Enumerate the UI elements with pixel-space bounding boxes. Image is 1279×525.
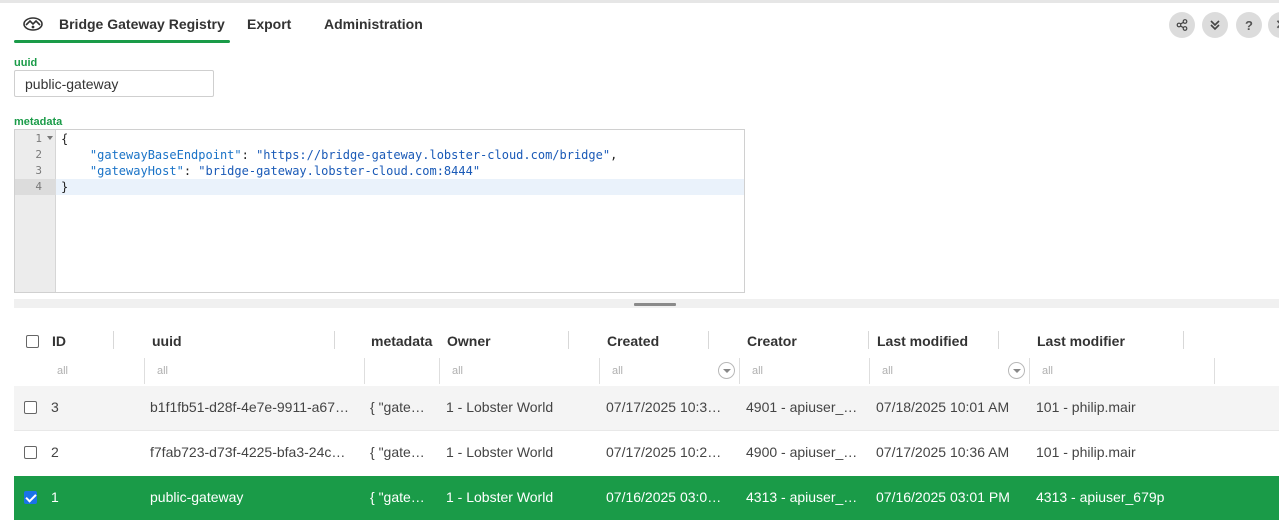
select-all-checkbox[interactable] <box>26 335 39 348</box>
filter-last-modifier[interactable]: all <box>1042 365 1053 377</box>
column-header-created[interactable]: Created <box>607 333 659 349</box>
chevrons-down-icon <box>1210 20 1220 31</box>
line-number: 4 <box>15 179 56 195</box>
filter-owner[interactable]: all <box>452 365 463 377</box>
cell-metadata: { "gate… <box>370 489 425 505</box>
row-checkbox-checked[interactable] <box>24 491 37 504</box>
top-border <box>0 0 1279 3</box>
filter-created[interactable]: all <box>612 365 623 377</box>
table-row[interactable]: 3 b1f1fb51-d28f-4e7e-9911-a67… { "gate… … <box>14 386 1279 430</box>
cell-uuid: b1f1fb51-d28f-4e7e-9911-a67… <box>150 399 350 415</box>
column-header-metadata[interactable]: metadata <box>371 333 432 349</box>
filter-divider <box>144 358 145 384</box>
tab-bridge-gateway-registry[interactable]: Bridge Gateway Registry <box>59 16 225 36</box>
line-number: 2 <box>35 148 42 161</box>
created-filter-dropdown-icon[interactable] <box>718 362 735 379</box>
cell-last-modifier: 101 - philip.mair <box>1036 399 1136 415</box>
editor-gutter: 1 2 3 4 <box>15 130 56 292</box>
code-line: "gatewayHost": "bridge-gateway.lobster-c… <box>89 164 481 178</box>
filter-uuid[interactable]: all <box>157 365 168 377</box>
code-line: { <box>61 132 69 146</box>
cell-owner: 1 - Lobster World <box>446 489 554 505</box>
metadata-label: metadata <box>14 116 63 128</box>
help-button[interactable]: ? <box>1236 12 1262 38</box>
cell-creator: 4901 - apiuser_… <box>746 399 858 415</box>
cell-id: 2 <box>51 444 59 460</box>
filter-last-modified[interactable]: all <box>882 365 893 377</box>
share-icon <box>1176 19 1188 31</box>
close-button[interactable]: ✕ <box>1268 12 1279 38</box>
filter-divider <box>439 358 440 384</box>
column-header-uuid[interactable]: uuid <box>152 333 182 349</box>
cell-last-modified: 07/18/2025 10:01 AM <box>876 399 1010 415</box>
cell-id: 1 <box>51 489 59 505</box>
share-button[interactable] <box>1169 12 1195 38</box>
cell-uuid: public-gateway <box>150 489 244 505</box>
cell-uuid: f7fab723-d73f-4225-bfa3-24c… <box>150 444 346 460</box>
cell-created: 07/17/2025 10:2… <box>606 444 722 460</box>
column-header-last-modifier[interactable]: Last modifier <box>1037 333 1125 349</box>
fold-arrow-icon[interactable] <box>47 136 53 140</box>
cell-last-modified: 07/17/2025 10:36 AM <box>876 444 1010 460</box>
bridge-gateway-logo-icon <box>23 17 43 31</box>
cell-last-modifier: 4313 - apiuser_679p <box>1036 489 1165 505</box>
column-resize-handle[interactable] <box>998 331 999 349</box>
cell-owner: 1 - Lobster World <box>446 399 554 415</box>
table-row[interactable]: 2 f7fab723-d73f-4225-bfa3-24c… { "gate… … <box>14 431 1279 475</box>
table-header: ID uuid metadata Owner Created Creator L… <box>14 323 1279 386</box>
cell-metadata: { "gate… <box>370 399 425 415</box>
line-number: 3 <box>35 164 42 177</box>
column-resize-handle[interactable] <box>334 331 335 349</box>
column-header-owner[interactable]: Owner <box>447 333 491 349</box>
code-line: } <box>61 180 69 194</box>
app-window: Bridge Gateway Registry Export Administr… <box>0 0 1279 525</box>
cell-last-modified: 07/16/2025 03:01 PM <box>876 489 1010 505</box>
active-tab-indicator <box>14 40 230 43</box>
code-line: "gatewayBaseEndpoint": "https://bridge-g… <box>89 148 618 162</box>
column-resize-handle[interactable] <box>113 331 114 349</box>
line-number: 1 <box>15 131 56 147</box>
table-row-selected[interactable]: 1 public-gateway { "gate… 1 - Lobster Wo… <box>14 476 1279 520</box>
column-resize-handle[interactable] <box>1183 331 1184 349</box>
filter-divider <box>1029 358 1030 384</box>
filter-divider <box>739 358 740 384</box>
cell-creator: 4900 - apiuser_… <box>746 444 858 460</box>
filter-divider <box>1214 358 1215 384</box>
gateway-table: ID uuid metadata Owner Created Creator L… <box>14 323 1279 525</box>
column-header-last-modified[interactable]: Last modified <box>877 333 968 349</box>
last-modified-filter-dropdown-icon[interactable] <box>1008 362 1025 379</box>
filter-divider <box>364 358 365 384</box>
cell-id: 3 <box>51 399 59 415</box>
column-header-creator[interactable]: Creator <box>747 333 797 349</box>
row-checkbox[interactable] <box>24 446 37 459</box>
uuid-label: uuid <box>14 57 38 69</box>
filter-id[interactable]: all <box>57 365 68 377</box>
cell-owner: 1 - Lobster World <box>446 444 554 460</box>
help-icon: ? <box>1245 17 1253 33</box>
active-line-highlight <box>56 179 744 195</box>
cell-creator: 4313 - apiuser_… <box>746 489 858 505</box>
filter-divider <box>869 358 870 384</box>
column-resize-handle[interactable] <box>868 331 869 349</box>
cell-last-modifier: 101 - philip.mair <box>1036 444 1136 460</box>
row-checkbox[interactable] <box>24 401 37 414</box>
column-resize-handle[interactable] <box>568 331 569 349</box>
filter-divider <box>599 358 600 384</box>
column-resize-handle[interactable] <box>708 331 709 349</box>
close-icon: ✕ <box>1276 17 1279 33</box>
metadata-code-editor[interactable]: 1 2 3 4 { "gatewayBaseEndpoint": "https:… <box>14 129 745 293</box>
filter-creator[interactable]: all <box>752 365 763 377</box>
collapse-button[interactable] <box>1202 12 1228 38</box>
cell-created: 07/16/2025 03:0… <box>606 489 722 505</box>
cell-created: 07/17/2025 10:3… <box>606 399 722 415</box>
splitter-grip-handle[interactable] <box>634 303 676 306</box>
cell-metadata: { "gate… <box>370 444 425 460</box>
uuid-input[interactable] <box>14 70 214 97</box>
tab-export[interactable]: Export <box>247 16 291 36</box>
column-header-id[interactable]: ID <box>52 333 66 349</box>
tab-administration[interactable]: Administration <box>324 16 423 36</box>
